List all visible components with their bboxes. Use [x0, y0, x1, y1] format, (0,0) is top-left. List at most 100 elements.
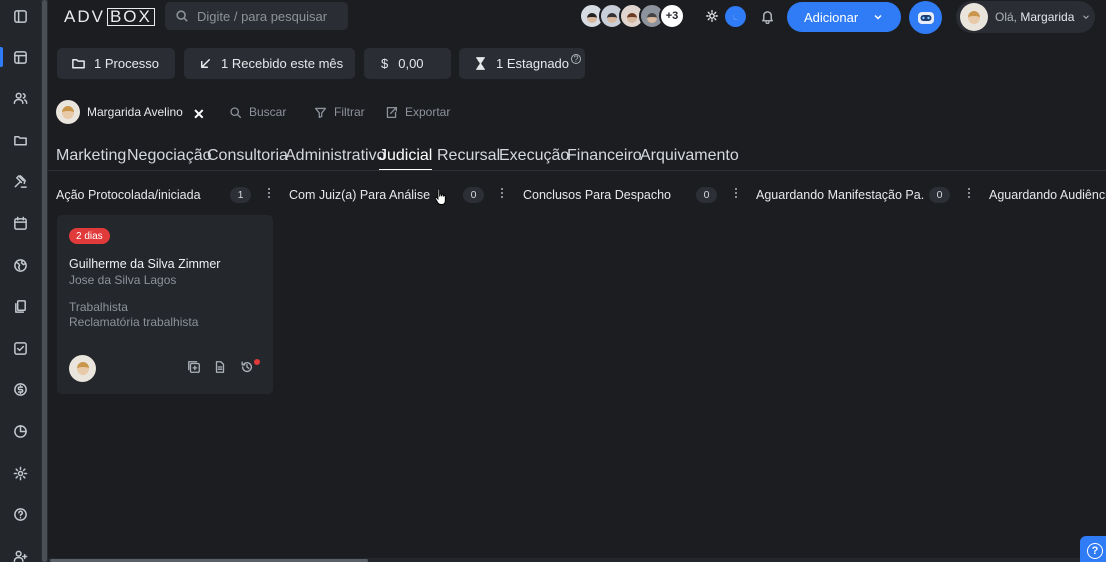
- column-menu-icon[interactable]: [734, 188, 738, 198]
- sidebar-scrollbar[interactable]: [41, 0, 48, 562]
- chevron-down-icon: [874, 14, 882, 20]
- export-button[interactable]: Exportar: [385, 105, 450, 119]
- help-icon[interactable]: ?: [571, 53, 582, 64]
- opponent-name: Jose da Silva Lagos: [69, 273, 177, 287]
- tabs-divider: [48, 170, 1106, 171]
- arrow-down-left-icon: [201, 59, 210, 68]
- avatar[interactable]: [69, 355, 96, 382]
- add-user-icon[interactable]: [0, 541, 41, 562]
- column-title: Ação Protocolada/iniciada: [56, 188, 201, 202]
- filter-icon: [314, 107, 327, 118]
- more-members-badge[interactable]: +3: [659, 3, 685, 29]
- greeting-text: Olá,: [995, 10, 1018, 24]
- help-icon[interactable]: [0, 499, 41, 529]
- tab-financeiro[interactable]: Financeiro: [567, 147, 642, 165]
- avatar: [960, 3, 988, 31]
- column-title: Conclusos Para Despacho: [523, 188, 671, 202]
- action-type: Reclamatória trabalhista: [69, 315, 199, 329]
- kanban-icon[interactable]: [0, 42, 41, 72]
- filter-label: Filtrar: [334, 105, 365, 119]
- column-title: Aguardando Audiência: [989, 188, 1106, 202]
- process-area: Trabalhista: [69, 300, 128, 314]
- column-count: 0: [463, 187, 484, 203]
- board-scrollbar[interactable]: [48, 558, 1106, 562]
- tab-marketing[interactable]: Marketing: [56, 147, 126, 165]
- users-icon[interactable]: [0, 83, 41, 113]
- light-mode-icon[interactable]: [705, 9, 719, 23]
- notification-dot: [254, 359, 260, 365]
- received-stat[interactable]: 1 Recebido este mês: [184, 48, 355, 79]
- dark-mode-icon[interactable]: [725, 6, 746, 27]
- tab-negociacao[interactable]: Negociação: [127, 147, 212, 165]
- app-logo[interactable]: ADV BOX: [64, 7, 155, 26]
- user-name: Margarida: [1020, 10, 1075, 24]
- history-icon[interactable]: [240, 360, 254, 379]
- stagnant-count: 1 Estagnado: [496, 56, 570, 71]
- logo-box-text: BOX: [106, 7, 155, 26]
- client-name: Guilherme da Silva Zimmer: [69, 257, 221, 271]
- process-card[interactable]: 2 dias Guilherme da Silva Zimmer Jose da…: [57, 215, 273, 394]
- column-menu-icon[interactable]: [967, 188, 971, 198]
- logo-text: ADV: [64, 6, 105, 26]
- column-title: Com Juiz(a) Para Análise: [289, 188, 431, 202]
- filter-button[interactable]: Filtrar: [314, 105, 365, 119]
- left-sidebar: [0, 0, 41, 562]
- tab-execucao[interactable]: Execução: [499, 147, 569, 165]
- add-button[interactable]: Adicionar: [787, 2, 901, 32]
- amount-stat[interactable]: $ 0,00: [364, 48, 451, 79]
- search-icon: [230, 106, 242, 118]
- assistant-bot-icon[interactable]: [909, 1, 942, 34]
- export-label: Exportar: [405, 105, 451, 119]
- avatar: [56, 100, 80, 124]
- finance-icon[interactable]: [0, 374, 41, 404]
- processes-stat[interactable]: 1 Processo: [57, 48, 175, 79]
- clear-filter-icon[interactable]: ✕: [193, 106, 205, 123]
- hourglass-icon: [476, 57, 485, 70]
- column-count: 1: [230, 187, 251, 203]
- search-button[interactable]: Buscar: [229, 105, 286, 119]
- help-button[interactable]: ?: [1080, 536, 1106, 562]
- gavel-icon[interactable]: [0, 166, 41, 196]
- tab-judicial[interactable]: Judicial: [379, 147, 433, 171]
- column-menu-icon[interactable]: [500, 188, 504, 198]
- tab-arquivamento[interactable]: Arquivamento: [640, 147, 739, 165]
- document-icon[interactable]: [213, 360, 227, 379]
- chevron-down-icon: [1083, 15, 1090, 19]
- bell-icon[interactable]: [760, 9, 775, 24]
- selected-user-filter[interactable]: Margarida Avelino: [56, 100, 183, 124]
- hand-cursor-icon: [434, 188, 446, 205]
- global-search[interactable]: [165, 2, 348, 30]
- settings-icon[interactable]: [0, 458, 41, 488]
- toggle-sidebar-icon[interactable]: [0, 1, 41, 31]
- search-label: Buscar: [249, 105, 287, 119]
- received-count: 1 Recebido este mês: [221, 56, 344, 71]
- user-menu[interactable]: Olá, Margarida: [956, 1, 1095, 33]
- tab-recursal[interactable]: Recursal: [437, 147, 500, 165]
- column-title: Aguardando Manifestação Pa...: [756, 188, 924, 202]
- export-icon: [386, 106, 398, 118]
- add-task-icon[interactable]: [187, 360, 201, 379]
- folder-icon: [72, 59, 85, 69]
- processes-count: 1 Processo: [94, 56, 160, 71]
- tasks-icon[interactable]: [0, 333, 41, 363]
- days-badge: 2 dias: [69, 228, 110, 244]
- documents-icon[interactable]: [0, 291, 41, 321]
- folder-icon[interactable]: [0, 125, 41, 155]
- filter-user-name: Margarida Avelino: [87, 105, 183, 119]
- amount-value: 0,00: [398, 56, 424, 71]
- search-icon: [176, 10, 188, 22]
- tab-consultoria[interactable]: Consultoria: [207, 147, 288, 165]
- question-icon: ?: [1087, 543, 1103, 559]
- stagnant-stat[interactable]: 1 Estagnado ?: [459, 48, 585, 79]
- globe-icon[interactable]: [0, 250, 41, 280]
- team-avatars[interactable]: +3: [579, 3, 685, 29]
- search-input[interactable]: [197, 8, 337, 24]
- column-count: 0: [696, 187, 717, 203]
- column-count: 0: [929, 187, 950, 203]
- currency-symbol: $: [381, 56, 389, 71]
- tab-administrativo[interactable]: Administrativo: [285, 147, 385, 165]
- reports-icon[interactable]: [0, 416, 41, 446]
- column-menu-icon[interactable]: [267, 188, 271, 198]
- calendar-icon[interactable]: [0, 208, 41, 238]
- add-button-label: Adicionar: [804, 9, 859, 25]
